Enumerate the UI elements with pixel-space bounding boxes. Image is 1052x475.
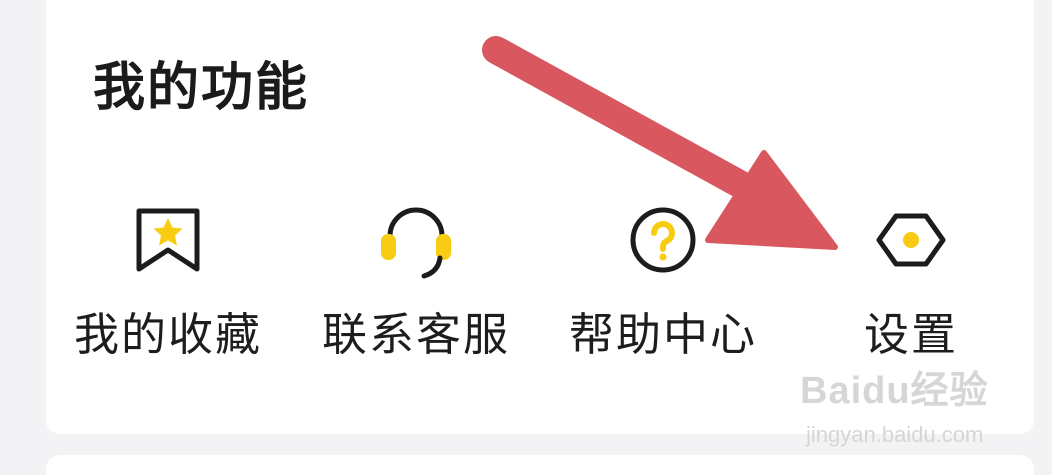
contact-support-label: 联系客服 [321,308,510,361]
favorites-button[interactable]: 我的收藏 [53,200,283,380]
settings-button[interactable]: 设置 [796,200,1026,380]
contact-support-button[interactable]: 联系客服 [301,200,531,380]
bookmark-star-icon [136,208,200,272]
favorites-label: 我的收藏 [73,308,262,361]
help-circle-icon [630,207,696,273]
headset-icon [381,207,451,279]
section-title: 我的功能 [93,58,310,118]
help-center-button[interactable]: 帮助中心 [548,200,778,380]
next-card-edge [46,455,1034,475]
settings-hexagon-icon [876,213,946,267]
settings-label: 设置 [863,308,958,361]
help-center-label: 帮助中心 [568,308,757,361]
